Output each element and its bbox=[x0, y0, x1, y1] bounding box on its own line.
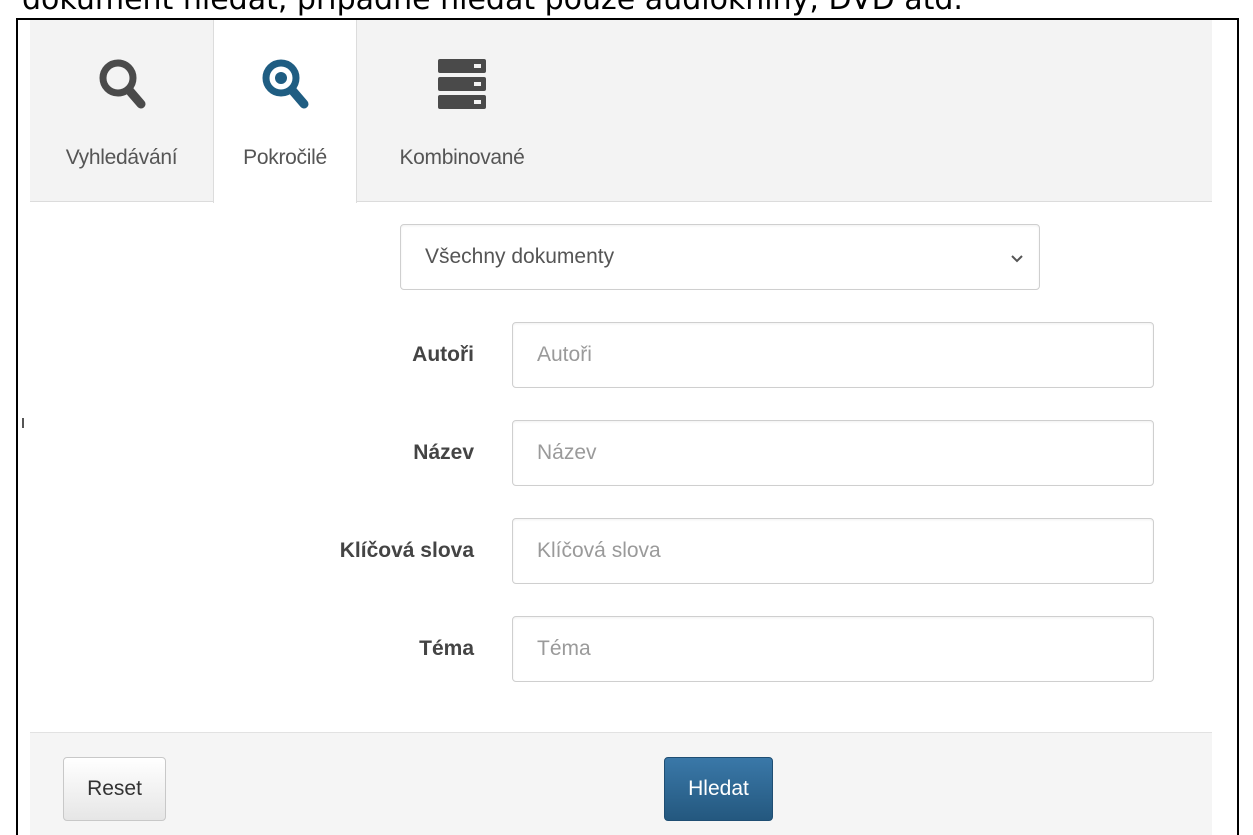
document-type-select[interactable]: Všechny dokumenty bbox=[400, 224, 1040, 290]
topic-row: Téma bbox=[30, 616, 1212, 682]
frame-left-line bbox=[16, 18, 18, 835]
topic-input[interactable] bbox=[512, 616, 1154, 682]
search-tabs: Vyhledávání Pokročilé Kombinované bbox=[30, 20, 1212, 203]
frame-right-line bbox=[1237, 18, 1239, 835]
tab-search[interactable]: Vyhledávání bbox=[30, 20, 213, 202]
form-footer: Reset Hledat bbox=[30, 732, 1212, 835]
tab-advanced-label: Pokročilé bbox=[243, 146, 327, 169]
title-label: Název bbox=[413, 441, 474, 464]
chevron-down-icon bbox=[1009, 250, 1025, 266]
authors-row: Autoři bbox=[30, 322, 1212, 388]
authors-label: Autoři bbox=[412, 343, 474, 366]
search-button[interactable]: Hledat bbox=[664, 757, 773, 821]
keywords-label: Klíčová slova bbox=[339, 539, 474, 562]
document-type-value: Všechny dokumenty bbox=[425, 245, 615, 268]
keywords-row: Klíčová slova bbox=[30, 518, 1212, 584]
tab-combined-label: Kombinované bbox=[399, 146, 525, 169]
tab-search-label: Vyhledávání bbox=[65, 146, 178, 169]
page-caption: dokument hledat, případně hledat pouze a… bbox=[22, 0, 1253, 20]
stack-icon bbox=[432, 54, 492, 114]
title-row: Název bbox=[30, 420, 1212, 486]
title-input[interactable] bbox=[512, 420, 1154, 486]
left-tick-mark bbox=[22, 418, 24, 428]
tab-advanced[interactable]: Pokročilé bbox=[213, 20, 357, 203]
keywords-input[interactable] bbox=[512, 518, 1154, 584]
tab-combined[interactable]: Kombinované bbox=[357, 20, 567, 202]
topic-label: Téma bbox=[419, 637, 474, 660]
search-icon bbox=[92, 54, 152, 114]
search-panel: Vyhledávání Pokročilé Kombinované Všechn… bbox=[30, 20, 1212, 835]
reset-button[interactable]: Reset bbox=[63, 757, 166, 821]
advanced-search-icon bbox=[255, 54, 315, 114]
authors-input[interactable] bbox=[512, 322, 1154, 388]
